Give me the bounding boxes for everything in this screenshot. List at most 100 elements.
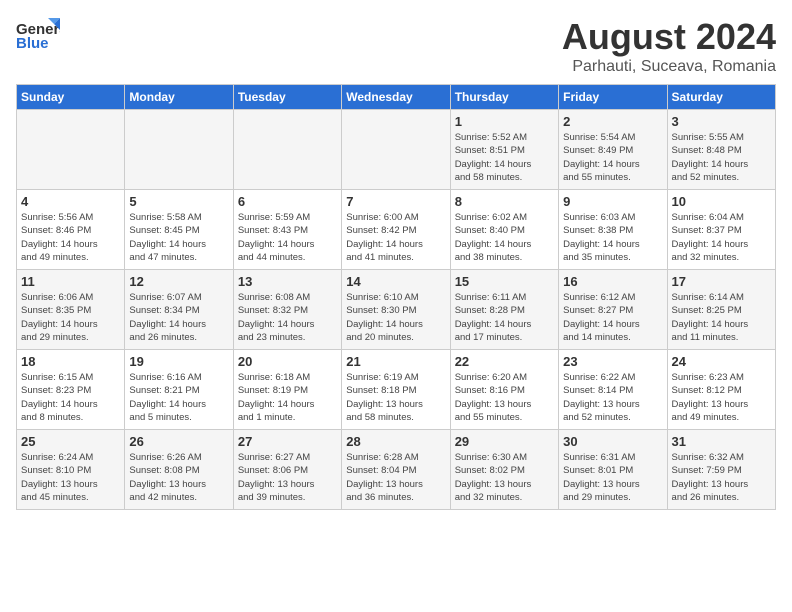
day-number: 3 bbox=[672, 114, 771, 129]
calendar-cell: 25 Sunrise: 6:24 AM Sunset: 8:10 PM Dayli… bbox=[17, 430, 125, 510]
calendar-cell: 26 Sunrise: 6:26 AM Sunset: 8:08 PM Dayli… bbox=[125, 430, 233, 510]
calendar-week-row: 1 Sunrise: 5:52 AM Sunset: 8:51 PM Daylig… bbox=[17, 110, 776, 190]
calendar-table: SundayMondayTuesdayWednesdayThursdayFrid… bbox=[16, 84, 776, 510]
day-number: 2 bbox=[563, 114, 662, 129]
day-info: Sunrise: 6:24 AM Sunset: 8:10 PM Dayligh… bbox=[21, 451, 120, 504]
day-info: Sunrise: 5:58 AM Sunset: 8:45 PM Dayligh… bbox=[129, 211, 228, 264]
logo: General Blue bbox=[16, 16, 60, 52]
calendar-cell: 12 Sunrise: 6:07 AM Sunset: 8:34 PM Dayli… bbox=[125, 270, 233, 350]
calendar-cell: 9 Sunrise: 6:03 AM Sunset: 8:38 PM Daylig… bbox=[559, 190, 667, 270]
calendar-cell: 3 Sunrise: 5:55 AM Sunset: 8:48 PM Daylig… bbox=[667, 110, 775, 190]
day-info: Sunrise: 6:10 AM Sunset: 8:30 PM Dayligh… bbox=[346, 291, 445, 344]
day-number: 20 bbox=[238, 354, 337, 369]
day-number: 21 bbox=[346, 354, 445, 369]
day-info: Sunrise: 6:00 AM Sunset: 8:42 PM Dayligh… bbox=[346, 211, 445, 264]
calendar-cell bbox=[125, 110, 233, 190]
day-number: 27 bbox=[238, 434, 337, 449]
calendar-cell: 10 Sunrise: 6:04 AM Sunset: 8:37 PM Dayli… bbox=[667, 190, 775, 270]
calendar-week-row: 18 Sunrise: 6:15 AM Sunset: 8:23 PM Dayli… bbox=[17, 350, 776, 430]
calendar-cell: 22 Sunrise: 6:20 AM Sunset: 8:16 PM Dayli… bbox=[450, 350, 558, 430]
day-info: Sunrise: 6:03 AM Sunset: 8:38 PM Dayligh… bbox=[563, 211, 662, 264]
title-block: August 2024 Parhauti, Suceava, Romania bbox=[562, 16, 776, 76]
calendar-cell: 15Sunrise: 6:11 AM Sunset: 8:28 PM Dayli… bbox=[450, 270, 558, 350]
calendar-cell: 28Sunrise: 6:28 AM Sunset: 8:04 PM Dayli… bbox=[342, 430, 450, 510]
day-info: Sunrise: 6:31 AM Sunset: 8:01 PM Dayligh… bbox=[563, 451, 662, 504]
header-thursday: Thursday bbox=[450, 85, 558, 110]
day-info: Sunrise: 6:11 AM Sunset: 8:28 PM Dayligh… bbox=[455, 291, 554, 344]
logo-icon: General Blue bbox=[16, 16, 60, 52]
day-info: Sunrise: 6:18 AM Sunset: 8:19 PM Dayligh… bbox=[238, 371, 337, 424]
calendar-cell bbox=[233, 110, 341, 190]
day-number: 19 bbox=[129, 354, 228, 369]
calendar-cell: 16Sunrise: 6:12 AM Sunset: 8:27 PM Dayli… bbox=[559, 270, 667, 350]
header-saturday: Saturday bbox=[667, 85, 775, 110]
day-number: 26 bbox=[129, 434, 228, 449]
calendar-cell: 18 Sunrise: 6:15 AM Sunset: 8:23 PM Dayli… bbox=[17, 350, 125, 430]
day-number: 29 bbox=[455, 434, 554, 449]
calendar-cell: 20 Sunrise: 6:18 AM Sunset: 8:19 PM Dayli… bbox=[233, 350, 341, 430]
svg-text:Blue: Blue bbox=[16, 35, 49, 52]
calendar-cell: 27 Sunrise: 6:27 AM Sunset: 8:06 PM Dayli… bbox=[233, 430, 341, 510]
calendar-cell: 8 Sunrise: 6:02 AM Sunset: 8:40 PM Daylig… bbox=[450, 190, 558, 270]
calendar-cell bbox=[17, 110, 125, 190]
day-number: 18 bbox=[21, 354, 120, 369]
day-info: Sunrise: 6:06 AM Sunset: 8:35 PM Dayligh… bbox=[21, 291, 120, 344]
day-number: 25 bbox=[21, 434, 120, 449]
day-info: Sunrise: 6:08 AM Sunset: 8:32 PM Dayligh… bbox=[238, 291, 337, 344]
day-number: 14 bbox=[346, 274, 445, 289]
calendar-cell: 2 Sunrise: 5:54 AM Sunset: 8:49 PM Daylig… bbox=[559, 110, 667, 190]
day-info: Sunrise: 6:02 AM Sunset: 8:40 PM Dayligh… bbox=[455, 211, 554, 264]
day-number: 12 bbox=[129, 274, 228, 289]
calendar-cell: 30Sunrise: 6:31 AM Sunset: 8:01 PM Dayli… bbox=[559, 430, 667, 510]
day-info: Sunrise: 5:59 AM Sunset: 8:43 PM Dayligh… bbox=[238, 211, 337, 264]
calendar-cell: 29Sunrise: 6:30 AM Sunset: 8:02 PM Dayli… bbox=[450, 430, 558, 510]
header-monday: Monday bbox=[125, 85, 233, 110]
day-number: 7 bbox=[346, 194, 445, 209]
day-info: Sunrise: 6:19 AM Sunset: 8:18 PM Dayligh… bbox=[346, 371, 445, 424]
day-info: Sunrise: 6:28 AM Sunset: 8:04 PM Dayligh… bbox=[346, 451, 445, 504]
day-info: Sunrise: 6:16 AM Sunset: 8:21 PM Dayligh… bbox=[129, 371, 228, 424]
day-number: 8 bbox=[455, 194, 554, 209]
day-number: 10 bbox=[672, 194, 771, 209]
calendar-cell: 24 Sunrise: 6:23 AM Sunset: 8:12 PM Dayli… bbox=[667, 350, 775, 430]
day-info: Sunrise: 6:32 AM Sunset: 7:59 PM Dayligh… bbox=[672, 451, 771, 504]
day-info: Sunrise: 5:55 AM Sunset: 8:48 PM Dayligh… bbox=[672, 131, 771, 184]
day-number: 31 bbox=[672, 434, 771, 449]
day-number: 24 bbox=[672, 354, 771, 369]
page-header: General Blue August 2024 Parhauti, Sucea… bbox=[16, 16, 776, 76]
day-number: 9 bbox=[563, 194, 662, 209]
day-info: Sunrise: 6:20 AM Sunset: 8:16 PM Dayligh… bbox=[455, 371, 554, 424]
day-info: Sunrise: 5:52 AM Sunset: 8:51 PM Dayligh… bbox=[455, 131, 554, 184]
day-number: 23 bbox=[563, 354, 662, 369]
day-info: Sunrise: 6:27 AM Sunset: 8:06 PM Dayligh… bbox=[238, 451, 337, 504]
calendar-week-row: 11 Sunrise: 6:06 AM Sunset: 8:35 PM Dayli… bbox=[17, 270, 776, 350]
calendar-cell: 21 Sunrise: 6:19 AM Sunset: 8:18 PM Dayli… bbox=[342, 350, 450, 430]
day-info: Sunrise: 5:54 AM Sunset: 8:49 PM Dayligh… bbox=[563, 131, 662, 184]
day-info: Sunrise: 6:15 AM Sunset: 8:23 PM Dayligh… bbox=[21, 371, 120, 424]
calendar-cell: 23Sunrise: 6:22 AM Sunset: 8:14 PM Dayli… bbox=[559, 350, 667, 430]
header-sunday: Sunday bbox=[17, 85, 125, 110]
day-number: 1 bbox=[455, 114, 554, 129]
day-info: Sunrise: 6:04 AM Sunset: 8:37 PM Dayligh… bbox=[672, 211, 771, 264]
calendar-cell: 17 Sunrise: 6:14 AM Sunset: 8:25 PM Dayli… bbox=[667, 270, 775, 350]
calendar-cell: 6 Sunrise: 5:59 AM Sunset: 8:43 PM Daylig… bbox=[233, 190, 341, 270]
day-number: 11 bbox=[21, 274, 120, 289]
day-info: Sunrise: 6:14 AM Sunset: 8:25 PM Dayligh… bbox=[672, 291, 771, 344]
month-year-title: August 2024 bbox=[562, 16, 776, 58]
day-number: 13 bbox=[238, 274, 337, 289]
day-number: 5 bbox=[129, 194, 228, 209]
day-info: Sunrise: 5:56 AM Sunset: 8:46 PM Dayligh… bbox=[21, 211, 120, 264]
day-info: Sunrise: 6:07 AM Sunset: 8:34 PM Dayligh… bbox=[129, 291, 228, 344]
calendar-header-row: SundayMondayTuesdayWednesdayThursdayFrid… bbox=[17, 85, 776, 110]
day-number: 22 bbox=[455, 354, 554, 369]
day-number: 6 bbox=[238, 194, 337, 209]
calendar-cell: 13 Sunrise: 6:08 AM Sunset: 8:32 PM Dayli… bbox=[233, 270, 341, 350]
calendar-cell: 5 Sunrise: 5:58 AM Sunset: 8:45 PM Daylig… bbox=[125, 190, 233, 270]
header-tuesday: Tuesday bbox=[233, 85, 341, 110]
day-info: Sunrise: 6:23 AM Sunset: 8:12 PM Dayligh… bbox=[672, 371, 771, 424]
calendar-cell bbox=[342, 110, 450, 190]
header-wednesday: Wednesday bbox=[342, 85, 450, 110]
day-number: 17 bbox=[672, 274, 771, 289]
header-friday: Friday bbox=[559, 85, 667, 110]
day-info: Sunrise: 6:26 AM Sunset: 8:08 PM Dayligh… bbox=[129, 451, 228, 504]
